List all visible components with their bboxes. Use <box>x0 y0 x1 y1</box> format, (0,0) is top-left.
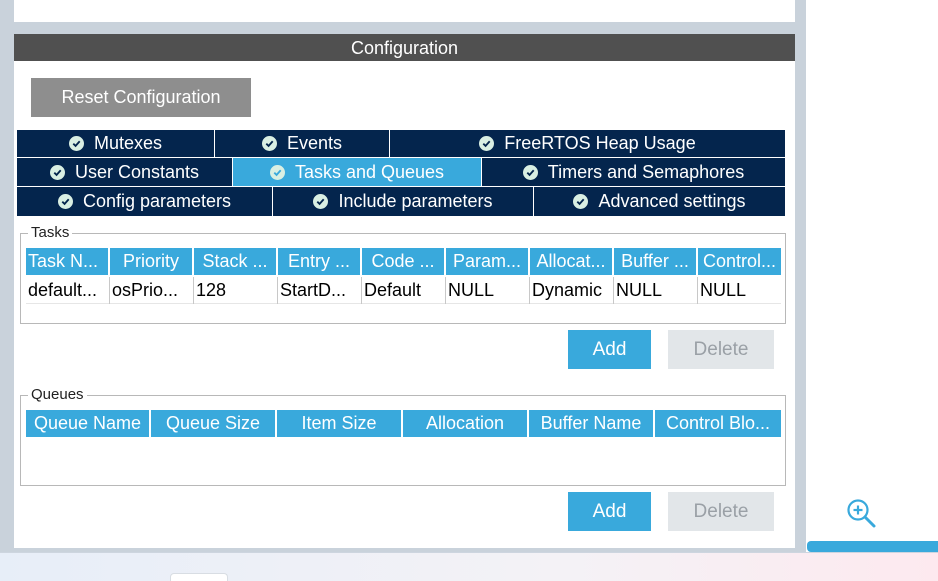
queues-group <box>20 395 786 486</box>
tab-label: User Constants <box>74 161 200 182</box>
reset-configuration-button[interactable]: Reset Configuration <box>31 78 251 117</box>
tab-include-parameters[interactable]: Include parameters <box>273 187 534 216</box>
tab-advanced-settings[interactable]: Advanced settings <box>534 187 785 216</box>
panel-separator[interactable] <box>14 22 795 34</box>
tasks-group-title: Tasks <box>28 224 73 241</box>
zoom-in-icon[interactable] <box>845 497 877 529</box>
upper-panel <box>14 0 795 22</box>
bottom-tab-handle[interactable] <box>170 573 228 581</box>
column-header[interactable]: Item Size <box>277 410 403 437</box>
configuration-header: Configuration <box>14 34 795 61</box>
tab-label: Mutexes <box>93 133 163 153</box>
tab-events[interactable]: Events <box>215 130 390 157</box>
column-header[interactable]: Priority <box>110 248 194 275</box>
tab-row-3: Config parameters Include parameters Adv… <box>17 187 785 216</box>
table-row[interactable]: default... osPrio... 128 StartD... Defau… <box>26 277 781 304</box>
column-header[interactable]: Code ... <box>362 248 446 275</box>
tab-config-parameters[interactable]: Config parameters <box>17 187 273 216</box>
tab-label: Events <box>286 133 343 153</box>
column-header[interactable]: Allocat... <box>530 248 614 275</box>
check-circle-icon <box>522 164 538 180</box>
tab-user-constants[interactable]: User Constants <box>17 158 233 186</box>
tab-row-2: User Constants Tasks and Queues Timers a… <box>17 158 785 186</box>
table-cell[interactable]: 128 <box>194 277 278 304</box>
column-header[interactable]: Buffer Name <box>529 410 655 437</box>
tab-label: Timers and Semaphores <box>547 161 745 182</box>
bottom-strip <box>0 552 938 581</box>
table-cell[interactable]: NULL <box>614 277 698 304</box>
table-cell[interactable]: NULL <box>698 277 781 304</box>
table-cell[interactable]: default... <box>26 277 110 304</box>
column-header[interactable]: Control Blo... <box>655 410 781 437</box>
column-header[interactable]: Queue Size <box>151 410 277 437</box>
check-circle-icon <box>313 194 329 209</box>
zoom-bar[interactable] <box>807 541 938 552</box>
table-cell[interactable]: Default <box>362 277 446 304</box>
add-queue-button[interactable]: Add <box>568 492 651 531</box>
add-task-button[interactable]: Add <box>568 330 651 369</box>
column-header[interactable]: Stack ... <box>194 248 278 275</box>
tab-mutexes[interactable]: Mutexes <box>17 130 215 157</box>
column-header[interactable]: Control... <box>698 248 781 275</box>
tab-label: Tasks and Queues <box>294 161 445 182</box>
queues-table-header: Queue Name Queue Size Item Size Allocati… <box>26 410 781 437</box>
column-header[interactable]: Buffer ... <box>614 248 698 275</box>
tab-tasks-and-queues[interactable]: Tasks and Queues <box>233 158 482 186</box>
column-header[interactable]: Entry ... <box>278 248 362 275</box>
column-header[interactable]: Allocation <box>403 410 529 437</box>
check-circle-icon <box>479 136 495 151</box>
delete-task-button[interactable]: Delete <box>668 330 774 369</box>
column-header[interactable]: Task N... <box>26 248 110 275</box>
check-circle-icon <box>269 164 285 180</box>
check-circle-icon <box>57 194 73 209</box>
tasks-table-header: Task N... Priority Stack ... Entry ... C… <box>26 248 781 275</box>
tab-freertos-heap-usage[interactable]: FreeRTOS Heap Usage <box>390 130 785 157</box>
table-cell[interactable]: StartD... <box>278 277 362 304</box>
tab-label: Advanced settings <box>598 191 746 211</box>
column-header[interactable]: Param... <box>446 248 530 275</box>
frame-border-right <box>795 0 806 552</box>
table-cell[interactable]: NULL <box>446 277 530 304</box>
table-cell[interactable]: Dynamic <box>530 277 614 304</box>
check-circle-icon <box>261 136 277 151</box>
frame-border-left <box>0 0 14 552</box>
delete-queue-button[interactable]: Delete <box>668 492 774 531</box>
check-circle-icon <box>573 194 589 209</box>
table-cell[interactable]: osPrio... <box>110 277 194 304</box>
check-circle-icon <box>68 136 84 151</box>
tab-label: Include parameters <box>338 191 493 211</box>
tab-row-1: Mutexes Events FreeRTOS Heap Usage <box>17 130 785 157</box>
tab-label: Config parameters <box>82 191 232 211</box>
check-circle-icon <box>49 164 65 180</box>
queues-group-title: Queues <box>28 386 87 403</box>
tab-label: FreeRTOS Heap Usage <box>504 133 696 153</box>
column-header[interactable]: Queue Name <box>26 410 151 437</box>
tab-timers-and-semaphores[interactable]: Timers and Semaphores <box>482 158 785 186</box>
